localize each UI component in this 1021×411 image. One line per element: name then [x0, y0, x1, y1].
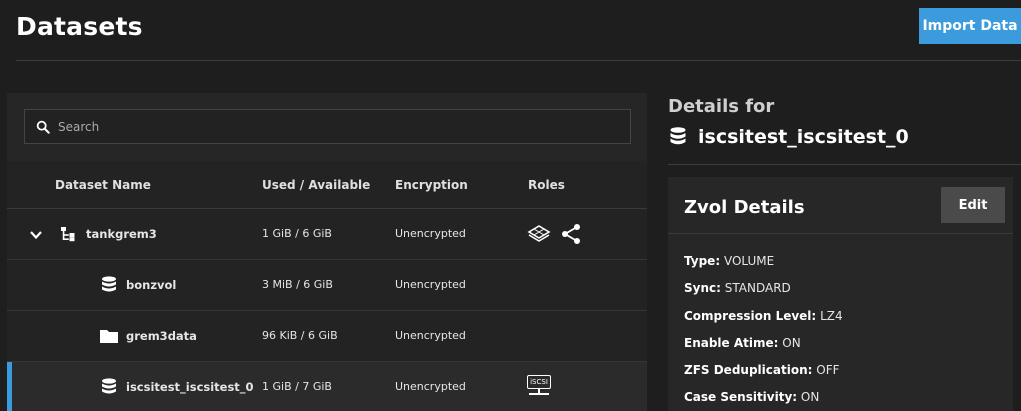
dataset-usage: 1 GiB / 6 GiB	[262, 227, 332, 240]
property-type: Type: VOLUME	[684, 254, 774, 268]
database-icon	[102, 378, 116, 394]
card-title: Zvol Details	[684, 197, 805, 218]
share-icon[interactable]	[560, 223, 582, 245]
table-row-tankgrem3[interactable]: tankgrem3 1 GiB / 6 GiB Unencrypted	[7, 209, 647, 260]
zvol-details-card: Zvol Details Edit Type: VOLUME Sync: STA…	[668, 177, 1013, 411]
property-dedup: ZFS Deduplication: OFF	[684, 363, 840, 377]
column-header-roles[interactable]: Roles	[528, 178, 565, 192]
details-heading: Details for	[668, 96, 775, 117]
dataset-name: grem3data	[126, 329, 197, 343]
pool-tree-icon	[61, 227, 75, 242]
property-value: OFF	[816, 363, 840, 377]
import-data-button[interactable]: Import Data	[919, 8, 1021, 44]
column-header-used-available[interactable]: Used / Available	[262, 178, 370, 192]
card-divider	[668, 233, 1013, 234]
property-key: ZFS Deduplication:	[684, 363, 813, 377]
edit-button[interactable]: Edit	[941, 187, 1005, 223]
dataset-usage: 1 GiB / 7 GiB	[262, 380, 332, 393]
column-header-encryption[interactable]: Encryption	[395, 178, 468, 192]
property-key: Type:	[684, 254, 721, 268]
dataset-encryption: Unencrypted	[395, 278, 466, 291]
dataset-usage: 96 KiB / 6 GiB	[262, 329, 338, 342]
search-box[interactable]	[24, 109, 631, 144]
dataset-encryption: Unencrypted	[395, 380, 466, 393]
property-case-sensitivity: Case Sensitivity: ON	[684, 390, 819, 404]
column-header-dataset-name[interactable]: Dataset Name	[55, 178, 151, 192]
storage-role-icon[interactable]	[526, 223, 552, 245]
iscsi-base	[529, 393, 549, 395]
folder-icon	[100, 330, 118, 343]
property-value: LZ4	[820, 309, 843, 323]
search-area	[7, 93, 647, 161]
dataset-usage: 3 MiB / 6 GiB	[262, 278, 333, 291]
dataset-name: bonzvol	[126, 278, 177, 292]
table-row-bonzvol[interactable]: bonzvol 3 MiB / 6 GiB Unencrypted	[7, 260, 647, 311]
iscsi-icon[interactable]: iSCSI	[527, 375, 551, 397]
page-title: Datasets	[16, 12, 143, 41]
property-key: Compression Level:	[684, 309, 817, 323]
dataset-name: iscsitest_iscsitest_0	[126, 380, 254, 394]
table-row-grem3data[interactable]: grem3data 96 KiB / 6 GiB Unencrypted	[7, 311, 647, 362]
dataset-encryption: Unencrypted	[395, 329, 466, 342]
table-row-iscsitest-iscsitest-0[interactable]: iscsitest_iscsitest_0 1 GiB / 7 GiB Unen…	[7, 362, 647, 411]
details-dataset-name: iscsitest_iscsitest_0	[698, 126, 909, 148]
property-sync: Sync: STANDARD	[684, 281, 791, 295]
property-atime: Enable Atime: ON	[684, 336, 801, 350]
dataset-encryption: Unencrypted	[395, 227, 466, 240]
datasets-panel: Dataset Name Used / Available Encryption…	[7, 93, 647, 411]
database-icon	[102, 276, 116, 292]
header-divider	[16, 60, 1021, 61]
details-divider	[668, 164, 1021, 165]
property-value: STANDARD	[724, 281, 791, 295]
property-key: Sync:	[684, 281, 721, 295]
search-input[interactable]	[58, 119, 598, 134]
property-value: ON	[800, 390, 820, 404]
database-icon	[670, 127, 686, 145]
property-key: Enable Atime:	[684, 336, 779, 350]
property-value: ON	[782, 336, 801, 350]
iscsi-label: iSCSI	[527, 375, 551, 389]
search-icon	[36, 120, 50, 134]
table-header: Dataset Name Used / Available Encryption…	[7, 161, 647, 209]
property-value: VOLUME	[723, 254, 775, 268]
dataset-name: tankgrem3	[86, 227, 157, 241]
selection-indicator	[7, 362, 12, 411]
property-key: Case Sensitivity:	[684, 390, 798, 404]
property-compression: Compression Level: LZ4	[684, 309, 843, 323]
chevron-down-icon[interactable]	[29, 228, 43, 242]
details-title: iscsitest_iscsitest_0	[668, 126, 909, 148]
